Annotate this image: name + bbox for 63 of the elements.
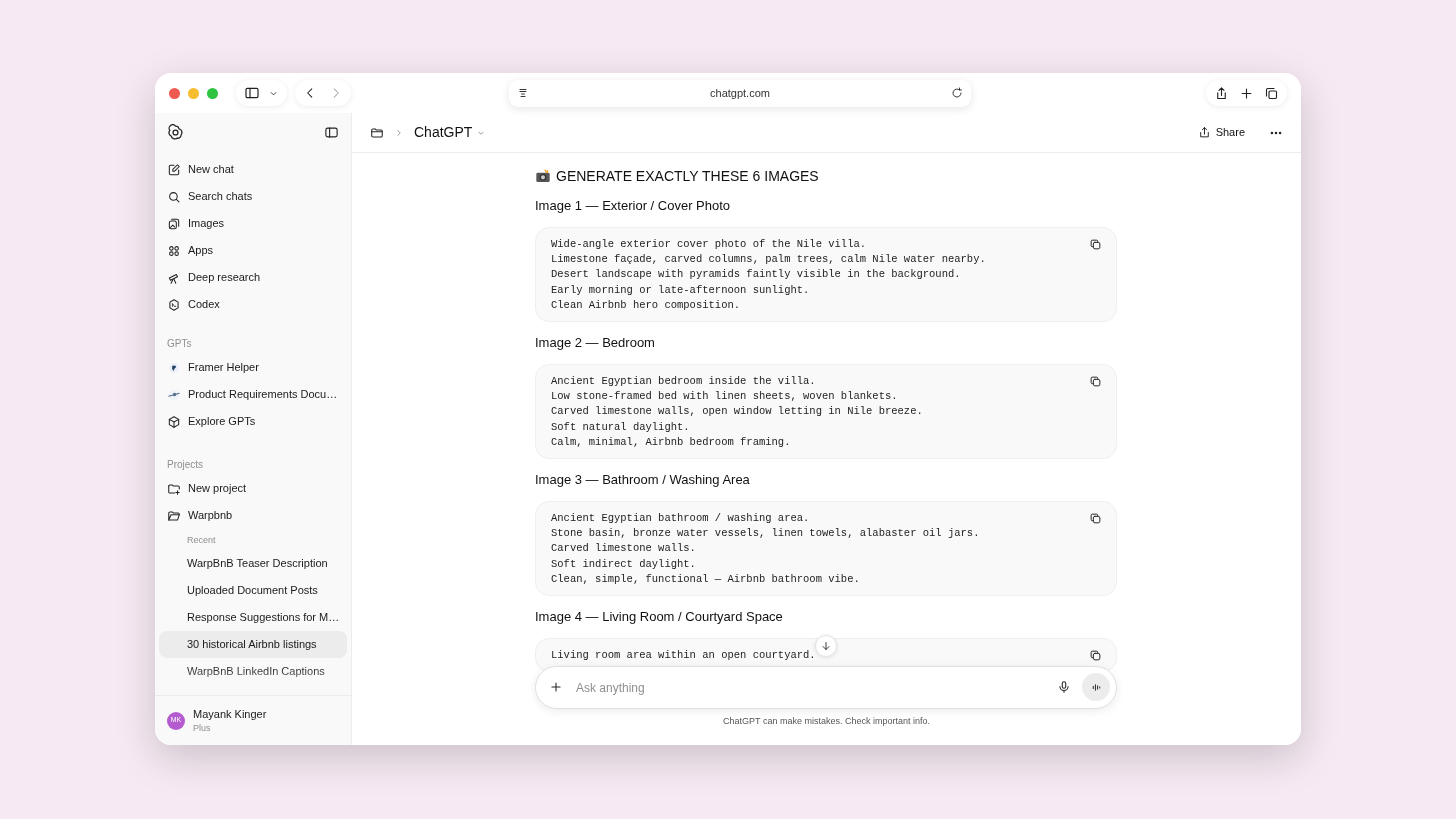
sidebar-item[interactable]: Product Requirements Docu… — [159, 381, 347, 408]
images-icon — [167, 216, 181, 231]
sidebar-item[interactable]: Apps — [159, 237, 347, 264]
scroll-down-button[interactable] — [815, 635, 837, 657]
tabs-icon[interactable] — [1264, 85, 1279, 101]
microphone-icon[interactable] — [1057, 680, 1071, 694]
section-heading: Image 3 — Bathroom / Washing Area — [535, 471, 751, 490]
sidebar-toggle-icon[interactable] — [324, 124, 339, 140]
disclaimer-text: ChatGPT can make mistakes. Check important info. — [722, 715, 931, 728]
close-button[interactable] — [169, 87, 180, 99]
sidebar-item[interactable]: Codex — [159, 291, 347, 318]
code-text: Wide-angle exterior cover photo of the Nile villa. Limestone façade, carved columns, palm trees, calm Nile water nearby. Desert landscape with pyramids faintly visible in the background. Early morning or late-afternoon sunlight. Clean Airbnb hero composition. — [551, 237, 987, 313]
code-text: Ancient Egyptian bedroom inside the villa. Low stone-framed bed with linen sheets, woven blankets. Carved limestone walls, open window letting in Nile breeze. Soft natural daylight. Calm, minimal, Airbnb bedroom framing. — [551, 374, 924, 450]
sidebar-item[interactable]: New chat — [159, 156, 347, 183]
sidebar-item[interactable]: Explore GPTs — [159, 408, 347, 435]
sidebar-item[interactable]: Deep research — [159, 264, 347, 291]
url-text: chatgpt.com — [709, 85, 771, 101]
copy-icon[interactable] — [1089, 375, 1102, 388]
page-icon — [517, 87, 529, 99]
user-plan: Plus — [193, 722, 212, 735]
folder-icon — [167, 508, 181, 523]
chat-item[interactable]: 30 historical Airbnb listings — [159, 631, 347, 658]
section-label: GPTs — [166, 337, 193, 351]
chevron-right-icon — [394, 127, 404, 138]
sidebar-item[interactable]: Framer Helper — [159, 354, 347, 381]
share-icon — [1197, 126, 1211, 139]
chat-item[interactable]: WarpBnB LinkedIn Captions — [159, 658, 347, 685]
address-bar[interactable]: chatgpt.com — [509, 79, 971, 107]
copy-icon[interactable] — [1089, 512, 1102, 526]
share-button[interactable]: Share — [1197, 124, 1245, 141]
model-selector[interactable]: ChatGPT — [414, 122, 487, 143]
section-heading: Image 4 — Living Room / Courtyard Space — [535, 608, 784, 627]
camera-icon — [535, 168, 551, 184]
sidebar-item[interactable]: New project — [159, 475, 347, 502]
sidebar-item[interactable]: Search chats — [159, 183, 347, 210]
sidebar-item[interactable]: Warpbnb — [159, 502, 347, 529]
chat-item[interactable]: WarpBnB Teaser Description — [159, 550, 347, 577]
sidebar-item[interactable]: Images — [159, 210, 347, 237]
code-text: Living room area within an open courtyard. — [551, 648, 817, 664]
folder-icon[interactable] — [370, 125, 384, 140]
message-input[interactable]: Ask anything — [535, 666, 1117, 709]
copy-icon[interactable] — [1089, 238, 1102, 251]
new-chat-icon — [167, 162, 181, 177]
plus-icon[interactable] — [1239, 85, 1254, 101]
copy-icon[interactable] — [1089, 649, 1102, 663]
chat-heading: GENERATE EXACTLY THESE 6 IMAGES — [556, 166, 819, 186]
chat-item[interactable]: Response Suggestions for M… — [159, 604, 347, 631]
user-name: Mayank Kinger — [193, 706, 267, 722]
share-icon[interactable] — [1214, 85, 1229, 101]
new-folder-icon — [167, 481, 181, 496]
reload-icon[interactable] — [951, 87, 963, 99]
sidebar-toggle-icon[interactable] — [244, 85, 260, 101]
code-icon — [167, 297, 181, 312]
section-label: Recent — [186, 534, 217, 548]
section-heading: Image 1 — Exterior / Cover Photo — [535, 197, 732, 216]
chat-item[interactable]: Uploaded Document Posts — [159, 577, 347, 604]
section-heading: Image 2 — Bedroom — [535, 334, 656, 353]
arrow-down-icon — [820, 640, 832, 652]
apps-icon — [167, 243, 181, 258]
search-icon — [167, 189, 181, 204]
section-label: Projects — [166, 458, 205, 472]
cube-icon — [167, 414, 181, 429]
code-text: Ancient Egyptian bathroom / washing area. Stone basin, bronze water vessels, linen towels, alabaster oil jars. Carved limestone walls. Soft indirect daylight. Clean, simple, functional — Airbnb bathroom vibe. — [551, 511, 981, 587]
